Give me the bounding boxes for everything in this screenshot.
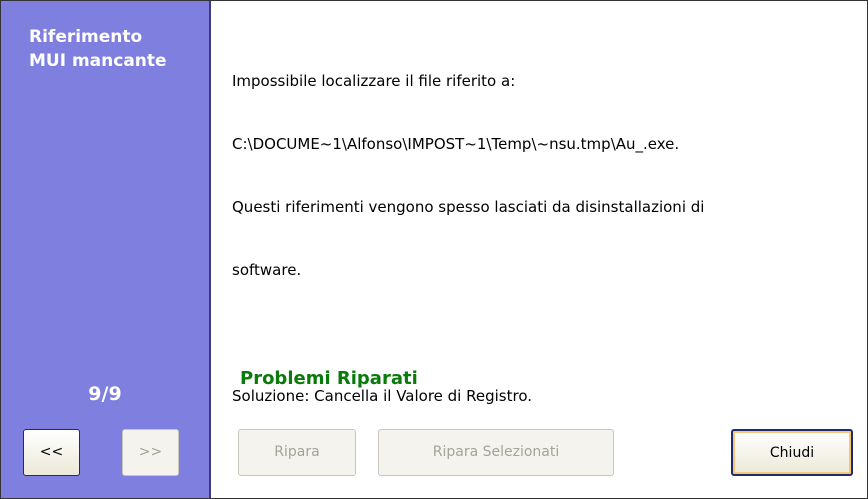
file-path: C:\DOCUME~1\Alfonso\IMPOST~1\Temp\~nsu.t… <box>232 135 680 153</box>
dialog-window: Riferimento MUI mancante 9/9 << >> Impos… <box>0 0 868 499</box>
solution-text: Soluzione: Cancella il Valore di Registr… <box>232 387 532 405</box>
problem-type-title-line1: Riferimento <box>29 27 143 47</box>
sidebar-panel: Riferimento MUI mancante 9/9 << >> <box>1 1 209 498</box>
description-line: Questi riferimenti vengono spesso lascia… <box>232 198 705 216</box>
description-line: software. <box>232 261 302 279</box>
page-counter: 9/9 <box>88 383 122 405</box>
problem-type-title-line2: MUI mancante <box>29 51 167 71</box>
repair-button[interactable]: Ripara <box>238 429 356 476</box>
description-line: Impossibile localizzare il file riferito… <box>232 72 516 90</box>
previous-button[interactable]: << <box>23 429 80 476</box>
status-message: Problemi Riparati <box>240 368 418 389</box>
next-button[interactable]: >> <box>122 429 179 476</box>
repair-selected-button[interactable]: Ripara Selezionati <box>378 429 614 476</box>
content-panel: Impossibile localizzare il file riferito… <box>211 1 867 498</box>
close-button[interactable]: Chiudi <box>731 429 853 476</box>
problem-type-title: Riferimento MUI mancante <box>29 25 204 73</box>
